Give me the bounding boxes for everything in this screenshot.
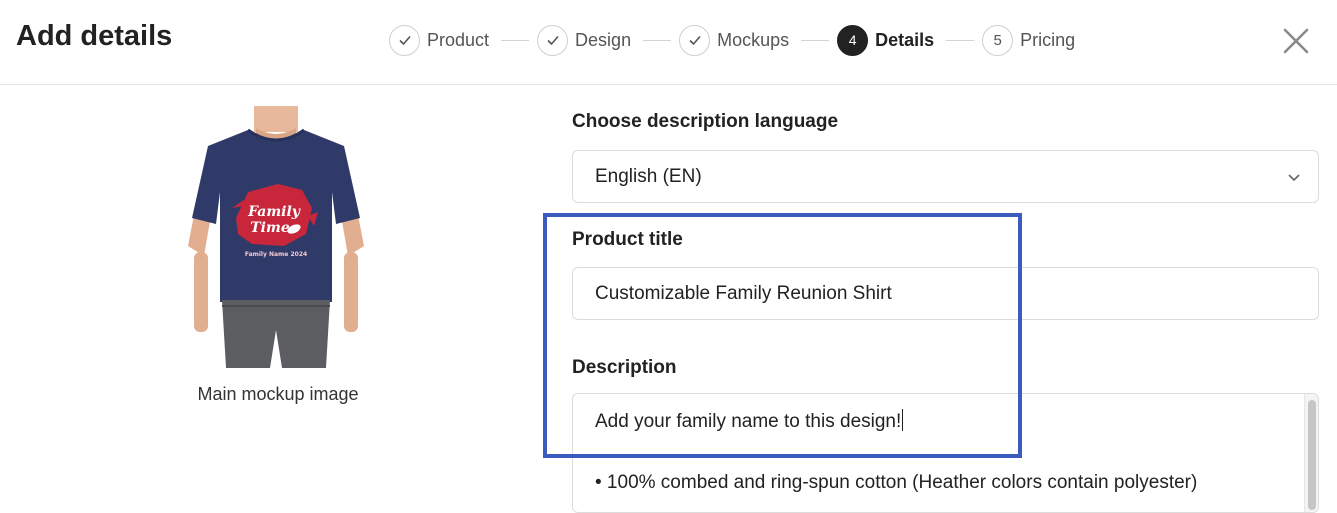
close-icon	[1283, 28, 1309, 54]
step-number: 5	[982, 24, 1014, 56]
svg-text:Family: Family	[247, 204, 301, 220]
scrollbar-thumb[interactable]	[1308, 400, 1316, 510]
text-caret	[902, 409, 904, 431]
description-scrollbar[interactable]	[1304, 394, 1318, 512]
page-title: Add details	[16, 20, 173, 52]
progress-stepper: Product Design Mockups 4 Details 5 Prici…	[389, 24, 1075, 56]
step-design[interactable]: Design	[537, 24, 632, 56]
close-button[interactable]	[1280, 25, 1312, 57]
description-line: Add your family name to this design!	[595, 411, 902, 432]
product-title-input[interactable]	[572, 267, 1319, 320]
mockup-caption: Main mockup image	[197, 384, 359, 404]
chevron-down-icon	[1288, 174, 1300, 182]
header: Add details Product Design Mockups 4 Det…	[0, 0, 1337, 85]
step-label: Pricing	[1020, 29, 1076, 50]
language-value: English (EN)	[595, 165, 702, 187]
language-select[interactable]: English (EN)	[572, 150, 1319, 203]
description-label: Description	[572, 357, 677, 378]
step-divider	[801, 39, 830, 41]
step-details[interactable]: 4 Details	[837, 24, 935, 56]
description-line: • 100% combed and ring-spun cotton (Heat…	[595, 472, 1198, 493]
step-label: Details	[875, 29, 935, 50]
step-mockups[interactable]: Mockups	[679, 24, 790, 56]
step-divider	[501, 39, 530, 41]
description-textarea[interactable]: Add your family name to this design! • 1…	[572, 393, 1319, 513]
svg-text:Time: Time	[250, 220, 290, 236]
product-title-label: Product title	[572, 229, 683, 250]
step-divider	[643, 39, 672, 41]
step-label: Product	[427, 29, 490, 50]
step-label: Design	[575, 29, 632, 50]
svg-text:Family Name 2024: Family Name 2024	[245, 251, 307, 258]
step-product[interactable]: Product	[389, 24, 490, 56]
step-pricing[interactable]: 5 Pricing	[982, 24, 1076, 56]
step-number: 4	[837, 24, 869, 56]
main-mockup-image: Family Time Family Name 2024	[186, 106, 366, 368]
step-label: Mockups	[717, 29, 790, 50]
check-icon	[679, 24, 711, 56]
language-label: Choose description language	[572, 111, 839, 132]
check-icon	[537, 24, 569, 56]
check-icon	[389, 24, 420, 56]
step-divider	[946, 39, 975, 41]
